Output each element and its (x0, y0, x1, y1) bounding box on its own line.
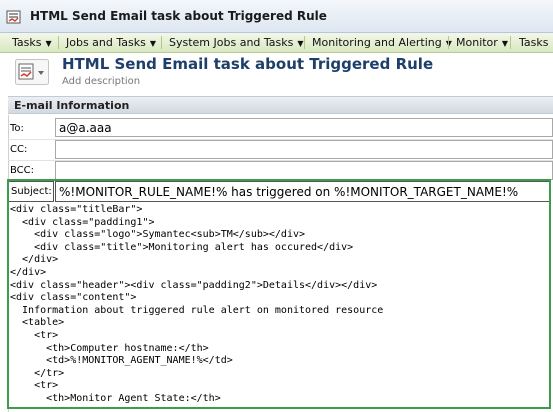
body-line: </div> (10, 254, 59, 266)
body-line: <div class="header"><div class="padding2… (10, 279, 378, 291)
body-line: <tr> (10, 380, 59, 392)
menu-tasks-2[interactable]: Tasks (519, 36, 548, 49)
task-icon (6, 10, 21, 24)
to-label: To: (10, 123, 24, 134)
body-line: <div class="content"> (10, 292, 137, 304)
body-line: <tr> (10, 329, 59, 341)
bcc-label: BCC: (10, 165, 35, 176)
body-line: <th>Computer hostname:</th> (10, 342, 209, 354)
subject-label: Subject: (11, 186, 52, 197)
menu-jobs-and-tasks[interactable]: Jobs and Tasks ▼ (66, 36, 156, 49)
bcc-field[interactable] (55, 161, 553, 180)
to-field[interactable] (55, 118, 553, 137)
subject-field[interactable] (55, 181, 550, 202)
window-title-bar: HTML Send Email task about Triggered Rul… (0, 0, 553, 33)
body-line: </tr> (10, 367, 65, 379)
cc-label: CC: (10, 144, 28, 155)
menu-separator (510, 36, 511, 49)
body-line: <div class="titleBar"> (10, 204, 143, 215)
email-body-editor[interactable]: <div class="titleBar"> <div class="paddi… (10, 204, 550, 407)
menu-separator (448, 36, 449, 49)
chevron-down-icon: ▼ (501, 39, 508, 48)
body-line: <div class="logo">Symantec<sub>TM</sub><… (10, 229, 306, 241)
body-line: </div> (10, 266, 47, 278)
menu-separator (304, 36, 305, 49)
menu-system-jobs-and-tasks[interactable]: System Jobs and Tasks ▼ (169, 36, 304, 49)
menu-bar: Tasks ▼ Jobs and Tasks ▼ System Jobs and T… (0, 33, 553, 53)
menu-monitor[interactable]: Monitor ▼ (456, 36, 508, 49)
section-title: E-mail Information (14, 99, 130, 112)
cc-field[interactable] (55, 140, 553, 159)
section-header-email-information: E-mail Information (8, 96, 553, 114)
body-line: <div class="padding1"> (10, 216, 155, 228)
chevron-down-icon: ▼ (149, 39, 157, 48)
add-description-link[interactable]: Add description (62, 76, 140, 87)
window-title: HTML Send Email task about Triggered Rul… (30, 9, 327, 23)
task-type-icon[interactable] (15, 59, 49, 85)
menu-separator (58, 36, 59, 49)
body-line: <td>%!MONITOR_AGENT_NAME!%</td> (10, 355, 233, 367)
body-line: <table> (10, 317, 65, 329)
body-line: <div class="title">Monitoring alert has … (10, 241, 354, 253)
menu-tasks[interactable]: Tasks ▼ (12, 36, 52, 49)
body-line: <th>Monitor Agent State:</th> (10, 392, 221, 404)
menu-separator (161, 36, 162, 49)
page-title: HTML Send Email task about Triggered Rul… (62, 55, 434, 73)
body-line: Information about triggered rule alert o… (10, 304, 384, 316)
chevron-down-icon: ▼ (45, 39, 52, 48)
menu-monitoring-and-alerting[interactable]: Monitoring and Alerting▼ (312, 36, 452, 49)
chevron-down-icon: ▼ (297, 39, 304, 48)
